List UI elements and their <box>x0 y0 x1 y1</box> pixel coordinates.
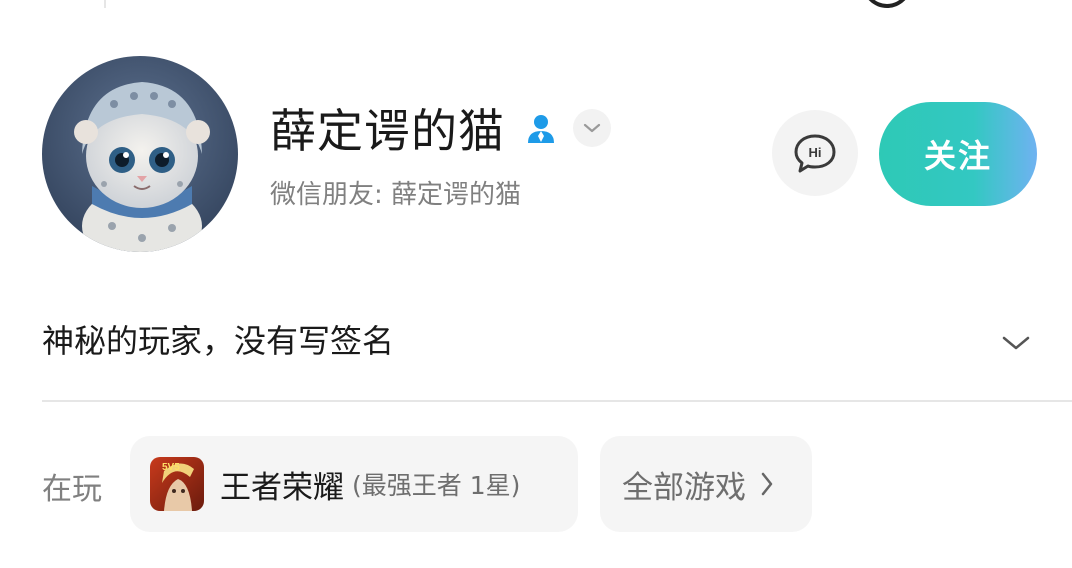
all-games-button[interactable]: 全部游戏 <box>600 436 812 532</box>
avatar-image <box>42 56 238 252</box>
hi-button[interactable]: Hi <box>772 110 858 196</box>
wechat-friend-label: 微信朋友: 薛定谔的猫 <box>270 180 522 210</box>
hi-label: Hi <box>809 145 822 160</box>
profile-signature: 神秘的玩家，没有写签名 <box>42 322 395 360</box>
game-icon: 5V5 <box>150 457 204 511</box>
person-verified-icon[interactable] <box>521 108 561 148</box>
all-games-label: 全部游戏 <box>622 469 746 506</box>
current-game-card[interactable]: 5V5 王者荣耀 (最强王者 1星) <box>130 436 578 532</box>
hi-chat-icon: Hi <box>794 134 836 173</box>
chevron-down-icon[interactable] <box>573 109 611 147</box>
playing-label: 在玩 <box>42 472 102 507</box>
chevron-right-icon <box>760 469 778 499</box>
top-divider <box>104 0 106 8</box>
game-name: 王者荣耀 <box>220 469 344 506</box>
profile-name-row: 薛定谔的猫 <box>270 96 611 160</box>
profile-name: 薛定谔的猫 <box>270 104 505 158</box>
avatar[interactable] <box>42 56 238 252</box>
section-divider <box>42 400 1072 402</box>
game-icon-badge: 5V5 <box>162 462 180 473</box>
chevron-down-icon[interactable] <box>998 328 1034 358</box>
follow-button[interactable]: 关注 <box>879 102 1037 206</box>
game-rank: (最强王者 1星) <box>352 471 521 500</box>
top-partial-icon[interactable] <box>862 0 912 8</box>
